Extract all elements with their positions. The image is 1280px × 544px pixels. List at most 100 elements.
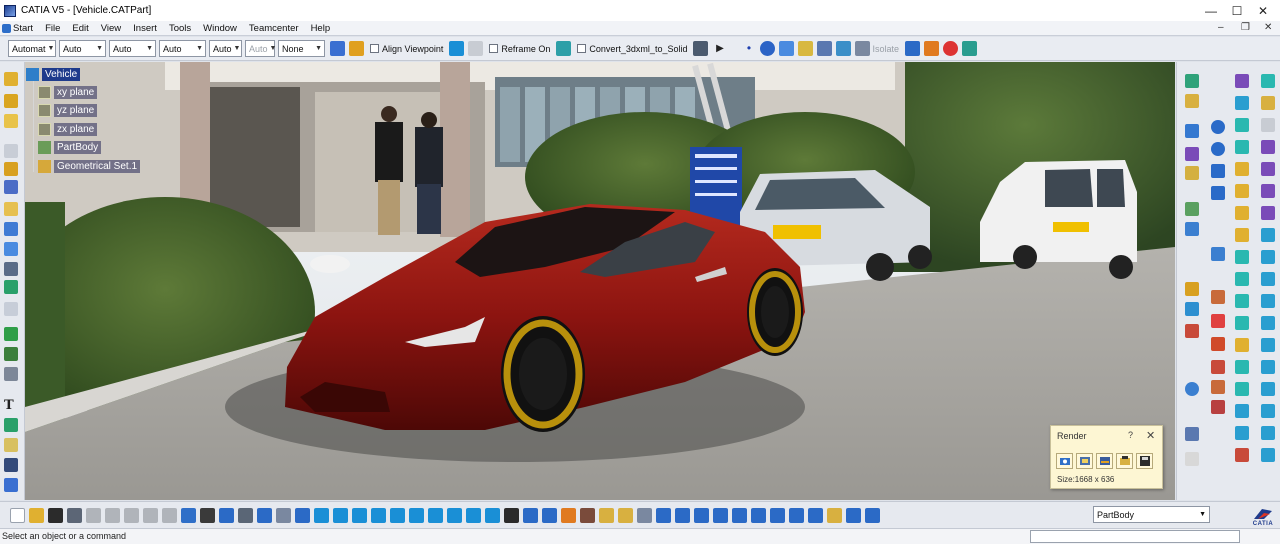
3d-viewport[interactable]: [25, 62, 1175, 500]
pan-icon[interactable]: [333, 507, 348, 523]
translate-icon[interactable]: [1261, 74, 1275, 88]
layer-combo[interactable]: None ▼: [278, 40, 325, 57]
sketch-based-icon[interactable]: [1185, 94, 1199, 108]
invert-icon[interactable]: [1261, 228, 1275, 242]
zoom-out-icon[interactable]: [390, 507, 405, 523]
pocket-icon[interactable]: [4, 114, 18, 128]
axis-icon[interactable]: [1185, 427, 1199, 441]
swap-space-icon[interactable]: [485, 507, 500, 523]
tree-node-yz-plane[interactable]: yz plane: [38, 102, 98, 119]
line-icon[interactable]: [1185, 222, 1199, 236]
point-icon[interactable]: [1185, 324, 1199, 338]
flag-note-icon[interactable]: [4, 438, 18, 452]
circle-icon[interactable]: [1211, 142, 1225, 156]
download-icon[interactable]: [449, 41, 465, 56]
sticker-icon[interactable]: [751, 507, 766, 523]
animation-icon[interactable]: [675, 507, 690, 523]
line-type-combo[interactable]: Auto ▼: [159, 40, 206, 57]
snap-icon[interactable]: [1261, 404, 1275, 418]
render-settings-icon[interactable]: [1096, 453, 1113, 469]
isoparametric-icon[interactable]: [1211, 380, 1225, 394]
transparency-combo[interactable]: Auto ▼: [59, 40, 106, 57]
draft-icon[interactable]: [4, 222, 18, 236]
spline-icon[interactable]: [1185, 282, 1199, 296]
grid-icon[interactable]: [924, 41, 939, 56]
formula-icon[interactable]: [200, 507, 215, 523]
normal-view-icon[interactable]: [409, 507, 424, 523]
viewpoint-icon[interactable]: [827, 507, 842, 523]
compass-icon[interactable]: [295, 507, 310, 523]
knowledge-icon[interactable]: [238, 507, 253, 523]
connect-checker-icon[interactable]: [1261, 448, 1275, 462]
render-shot-icon[interactable]: [713, 507, 728, 523]
transform-icon[interactable]: [1185, 124, 1199, 138]
law-icon[interactable]: [1261, 272, 1275, 286]
annotation-icon[interactable]: [4, 418, 18, 432]
intersect-icon[interactable]: [836, 41, 852, 56]
axis-system-icon[interactable]: [1261, 338, 1275, 352]
split-surface-icon[interactable]: [1235, 360, 1249, 374]
arc-icon[interactable]: [1211, 120, 1225, 134]
paint-brush-icon[interactable]: [349, 41, 364, 56]
comment-icon[interactable]: [219, 507, 234, 523]
extrapolate-icon[interactable]: [1261, 206, 1275, 220]
align-viewpoint-checkbox[interactable]: Align Viewpoint: [370, 44, 443, 54]
convert-icon[interactable]: [693, 41, 709, 56]
instant-icon[interactable]: [523, 507, 538, 523]
polyline-icon[interactable]: [1211, 247, 1225, 261]
painter-icon[interactable]: [330, 41, 345, 56]
alert-icon[interactable]: [1211, 314, 1225, 328]
tree-node-zx-plane[interactable]: zx plane: [38, 121, 98, 138]
chamfer-icon[interactable]: [4, 202, 18, 216]
save-icon[interactable]: [48, 507, 63, 523]
surface-icon[interactable]: [798, 41, 814, 56]
sweep-icon[interactable]: [1235, 184, 1249, 198]
helix-icon[interactable]: [1211, 290, 1225, 304]
view-icon[interactable]: [4, 478, 18, 492]
axis-to-axis-icon[interactable]: [1261, 184, 1275, 198]
doc-restore-button[interactable]: ❐: [1241, 22, 1250, 33]
hide-show-icon[interactable]: [466, 507, 481, 523]
menu-teamcenter[interactable]: Teamcenter: [243, 23, 305, 34]
project-icon[interactable]: [817, 41, 833, 56]
folder-icon[interactable]: [4, 144, 18, 158]
copy-icon[interactable]: [105, 507, 120, 523]
line-thickness-combo[interactable]: Auto ▼: [109, 40, 156, 57]
save-icon[interactable]: [1136, 453, 1153, 469]
symmetry-icon[interactable]: [1261, 118, 1275, 132]
table-icon[interactable]: [4, 347, 18, 361]
tools-palette-icon[interactable]: [542, 507, 557, 523]
current-body-combo[interactable]: PartBody ▼: [1093, 506, 1210, 523]
doc-close-button[interactable]: ✕: [1264, 22, 1272, 33]
fill-icon[interactable]: [1235, 206, 1249, 220]
affinity-icon[interactable]: [1261, 162, 1275, 176]
excel-icon[interactable]: [4, 327, 18, 341]
new-document-icon[interactable]: [10, 507, 25, 523]
help-button[interactable]: ?: [1128, 430, 1133, 440]
environment-icon[interactable]: [618, 507, 633, 523]
shell-icon[interactable]: [4, 242, 18, 256]
loft-icon[interactable]: [1235, 228, 1249, 242]
shading-icon[interactable]: [447, 507, 462, 523]
extrude-icon[interactable]: [1235, 74, 1249, 88]
play-icon[interactable]: ▶: [712, 41, 727, 56]
sketch-icon[interactable]: [943, 41, 958, 56]
menu-tools[interactable]: Tools: [163, 23, 197, 34]
near-icon[interactable]: [1261, 250, 1275, 264]
constraint-icon[interactable]: [1185, 166, 1199, 180]
texture-icon[interactable]: [770, 507, 785, 523]
multi-view-icon[interactable]: [504, 507, 519, 523]
analysis-icon[interactable]: [1261, 426, 1275, 440]
tree-node-xy-plane[interactable]: xy plane: [38, 84, 98, 101]
offset-icon[interactable]: [1185, 452, 1199, 466]
workbench-icon[interactable]: [1185, 74, 1199, 88]
render-shot-icon[interactable]: [1116, 453, 1133, 469]
rotate-view-icon[interactable]: [352, 507, 367, 523]
shooting-icon[interactable]: [789, 507, 804, 523]
menu-help[interactable]: Help: [305, 23, 337, 34]
menu-window[interactable]: Window: [197, 23, 243, 34]
iso-view-icon[interactable]: [428, 507, 443, 523]
join-icon[interactable]: [1235, 272, 1249, 286]
zoom-in-icon[interactable]: [371, 507, 386, 523]
paste-icon[interactable]: [124, 507, 139, 523]
